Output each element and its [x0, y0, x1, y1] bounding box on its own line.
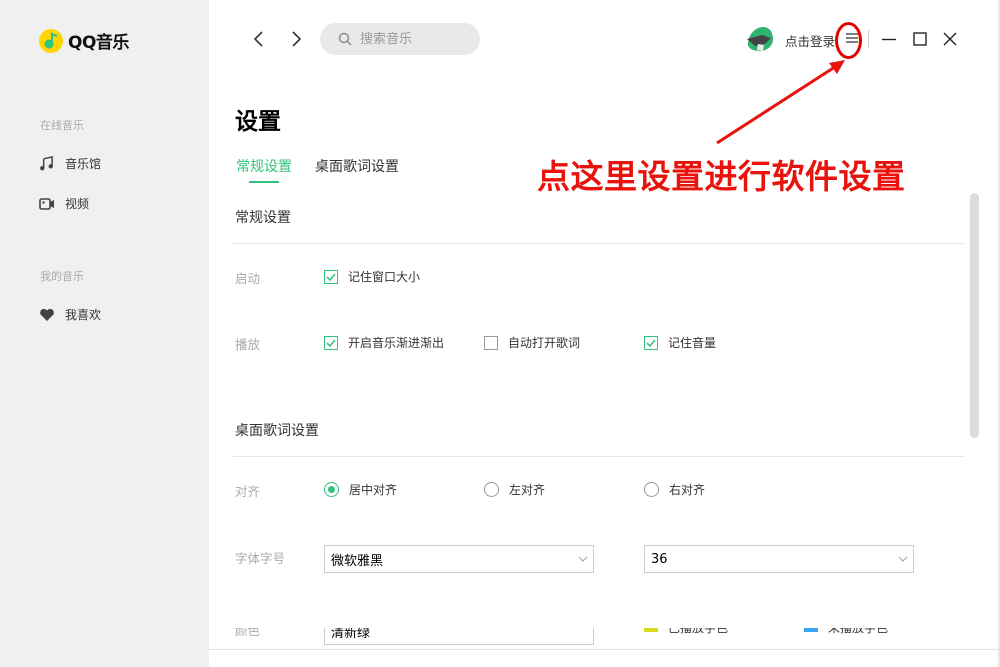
checkbox-unchecked [484, 335, 498, 350]
section-title-lyrics: 桌面歌词设置 [235, 423, 319, 439]
active-tab-indicator [249, 181, 279, 183]
annotation-arrow [716, 60, 845, 145]
sidebar: QQ音乐 在线音乐 音乐馆 视频 我的音乐 我喜欢 [0, 0, 209, 667]
played-color-picker[interactable]: 已播放字色 [644, 628, 728, 636]
checkbox-checked [644, 335, 658, 350]
unplayed-color-swatch [804, 628, 818, 632]
heart-icon [38, 306, 55, 323]
remember-window-size-checkbox[interactable]: 记住窗口大小 [324, 268, 420, 285]
vertical-scrollbar[interactable] [970, 193, 979, 438]
close-icon[interactable] [942, 31, 958, 47]
color-label: 颜色 [235, 628, 261, 638]
bottom-divider [209, 649, 1000, 650]
select-value: 36 [651, 551, 668, 567]
radio-unselected [644, 482, 659, 497]
search-box[interactable] [320, 23, 480, 55]
unplayed-color-picker[interactable]: 未播放字色 [804, 628, 888, 636]
startup-label: 启动 [235, 271, 261, 286]
forward-icon[interactable] [286, 29, 306, 49]
select-value: 清新绿 [331, 628, 371, 641]
app-name: QQ音乐 [68, 33, 129, 53]
chevron-down-icon [578, 556, 588, 562]
search-input[interactable] [358, 30, 472, 48]
option-label: 已播放字色 [668, 628, 729, 635]
checkbox-checked [324, 269, 338, 284]
maximize-icon[interactable] [912, 31, 928, 47]
font-family-select[interactable]: 微软雅黑 [324, 545, 594, 573]
tab-general-settings[interactable]: 常规设置 [236, 156, 292, 176]
qq-music-logo-icon [39, 28, 63, 53]
section-divider [233, 243, 964, 244]
page-title: 设置 [235, 109, 281, 135]
align-center-radio[interactable]: 居中对齐 [324, 481, 397, 498]
login-link[interactable]: 点击登录 [785, 31, 835, 50]
remember-volume-checkbox[interactable]: 记住音量 [644, 334, 716, 351]
scroll-clipped-row: 颜色 清新绿 已播放字色 未播放字色 [209, 628, 1000, 649]
align-right-radio[interactable]: 右对齐 [644, 481, 705, 498]
align-label: 对齐 [235, 484, 261, 499]
font-size-select[interactable]: 36 [644, 545, 914, 573]
music-note-icon [38, 155, 55, 172]
annotation-text: 点这里设置进行软件设置 [537, 157, 906, 196]
option-label: 记住窗口大小 [348, 270, 421, 284]
checkbox-checked [324, 335, 338, 350]
played-color-swatch [644, 628, 658, 632]
option-label: 未播放字色 [828, 628, 889, 635]
option-label: 左对齐 [509, 483, 546, 497]
video-icon [38, 195, 55, 212]
app-logo[interactable]: QQ音乐 [39, 28, 129, 53]
annotation-highlight-circle [835, 22, 862, 59]
sidebar-item-label: 视频 [65, 197, 90, 211]
option-label: 右对齐 [669, 483, 706, 497]
search-icon [338, 32, 352, 46]
sidebar-item-video[interactable]: 视频 [38, 195, 89, 212]
tab-desktop-lyrics-settings[interactable]: 桌面歌词设置 [315, 156, 399, 176]
chevron-down-icon [898, 556, 908, 562]
select-value: 微软雅黑 [331, 553, 384, 569]
music-fade-checkbox[interactable]: 开启音乐渐进渐出 [324, 334, 444, 351]
option-label: 自动打开歌词 [508, 336, 581, 350]
radio-unselected [484, 482, 499, 497]
sidebar-item-favorites[interactable]: 我喜欢 [38, 306, 101, 323]
radio-selected [324, 482, 339, 497]
option-label: 记住音量 [668, 336, 717, 350]
toolbar-divider [868, 30, 869, 48]
option-label: 开启音乐渐进渐出 [348, 336, 445, 350]
align-left-radio[interactable]: 左对齐 [484, 481, 545, 498]
playback-label: 播放 [235, 337, 261, 352]
section-title-general: 常规设置 [235, 210, 291, 226]
sidebar-section-title: 在线音乐 [40, 119, 84, 132]
font-label: 字体字号 [235, 551, 286, 566]
avatar[interactable] [746, 26, 774, 52]
sidebar-item-label: 音乐馆 [65, 157, 102, 171]
sidebar-item-label: 我喜欢 [65, 308, 102, 322]
sidebar-item-music-hall[interactable]: 音乐馆 [38, 155, 101, 172]
main-panel: 点击登录 点这里设置进行软件设置 设置 常规设置 桌面歌词设置 常规设置 启动 … [209, 0, 1000, 667]
sidebar-section-title: 我的音乐 [40, 270, 84, 283]
auto-open-lyrics-checkbox[interactable]: 自动打开歌词 [484, 334, 580, 351]
section-divider [233, 456, 964, 457]
option-label: 居中对齐 [349, 483, 398, 497]
minimize-icon[interactable] [881, 31, 897, 47]
color-scheme-select[interactable]: 清新绿 [324, 628, 594, 645]
back-icon[interactable] [249, 29, 269, 49]
